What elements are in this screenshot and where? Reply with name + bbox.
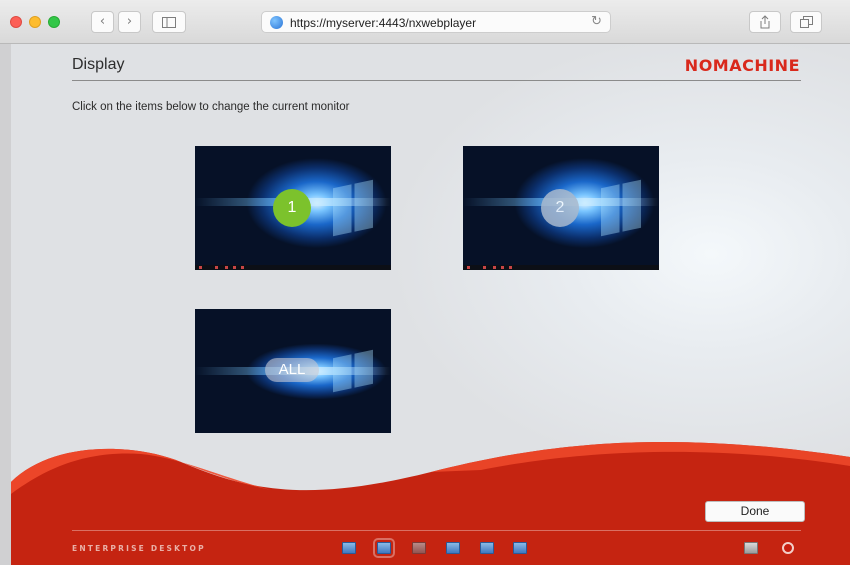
monitor-1-thumbnail[interactable]: 1 — [195, 146, 391, 270]
monitor-number-badge: 1 — [273, 189, 311, 227]
address-bar[interactable]: https://myserver:4443/nxwebplayer ↻ — [261, 11, 611, 33]
browser-window: ‹ › https://myserver:4443/nxwebplayer ↻ … — [0, 0, 850, 565]
taskbar — [195, 265, 391, 270]
disconnect-icon[interactable] — [782, 542, 794, 554]
instructions-text: Click on the items below to change the c… — [72, 101, 350, 113]
display-icon[interactable] — [373, 538, 395, 558]
all-monitors-badge: ALL — [265, 358, 319, 382]
all-monitors-thumbnail[interactable]: ALL — [195, 309, 391, 433]
globe-icon — [270, 16, 283, 29]
tabs-icon — [799, 16, 813, 28]
clipboard-icon[interactable] — [744, 542, 758, 554]
back-button[interactable]: ‹ — [91, 11, 114, 33]
minimize-window-button[interactable] — [29, 16, 41, 28]
share-icon — [760, 15, 770, 29]
done-button[interactable]: Done — [705, 501, 805, 522]
grid-icon[interactable] — [412, 542, 426, 554]
tabs-button[interactable] — [790, 11, 822, 33]
zoom-window-button[interactable] — [48, 16, 60, 28]
settings-display-icon[interactable] — [513, 542, 527, 554]
windows-logo — [333, 179, 373, 237]
forward-button[interactable]: › — [118, 11, 141, 33]
nomachine-display-panel: Display NOMACHINE Click on the items bel… — [11, 44, 850, 565]
reload-icon[interactable]: ↻ — [591, 14, 602, 29]
header-divider — [72, 80, 801, 81]
window-left-edge — [0, 44, 11, 565]
windows-logo — [601, 179, 641, 237]
monitor-2-thumbnail[interactable]: 2 — [463, 146, 659, 270]
footer-divider — [72, 530, 801, 531]
taskbar — [463, 265, 659, 270]
share-button[interactable] — [749, 11, 781, 33]
monitor-number-badge: 2 — [541, 189, 579, 227]
fit-icon[interactable] — [446, 542, 460, 554]
page-title: Display — [72, 56, 125, 73]
monitor-icon[interactable] — [342, 542, 356, 554]
nomachine-logo: NOMACHINE — [684, 56, 800, 75]
sidebar-button[interactable] — [152, 11, 186, 33]
sidebar-icon — [162, 17, 176, 28]
resize-icon[interactable] — [480, 542, 494, 554]
edition-label: ENTERPRISE DESKTOP — [72, 544, 206, 553]
url-text: https://myserver:4443/nxwebplayer — [290, 16, 477, 30]
close-window-button[interactable] — [10, 16, 22, 28]
browser-toolbar: ‹ › https://myserver:4443/nxwebplayer ↻ — [0, 0, 850, 44]
